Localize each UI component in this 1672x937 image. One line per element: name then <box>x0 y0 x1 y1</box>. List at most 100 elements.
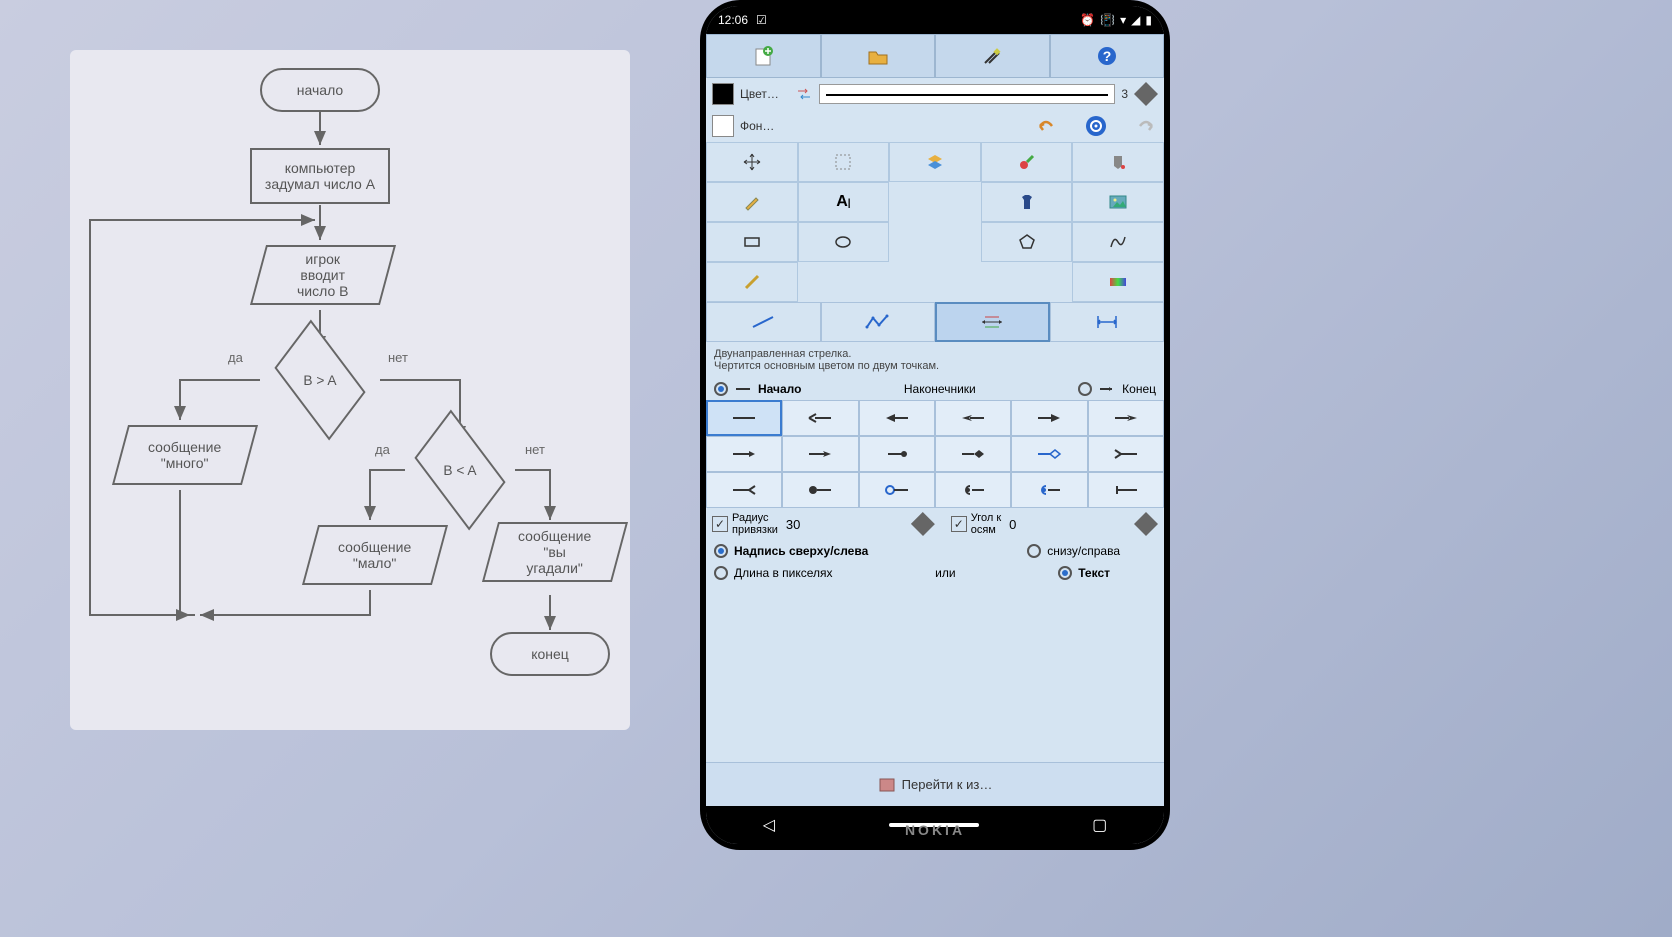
dim-text-radio[interactable] <box>1058 566 1072 580</box>
snap-radius-value[interactable]: 30 <box>782 517 907 532</box>
image-tool[interactable] <box>1072 182 1164 222</box>
label-yes-1: да <box>228 350 243 365</box>
ellipse-tool[interactable] <box>798 222 890 262</box>
caption-bottomright-label[interactable]: снизу/справа <box>1047 544 1120 558</box>
tshirt-tool[interactable] <box>981 182 1073 222</box>
cap-arrow-slim[interactable] <box>935 400 1011 436</box>
go-to-image-button[interactable]: Перейти к из… <box>706 762 1164 806</box>
dim-text-label[interactable]: Текст <box>1078 566 1110 580</box>
svg-text:?: ? <box>1102 48 1111 64</box>
cap-arrow-open[interactable] <box>782 400 858 436</box>
stroke-width-spinner[interactable] <box>1134 82 1158 106</box>
redo-button[interactable] <box>1134 116 1158 136</box>
phone-screen: 12:06 ☑ ⏰ 📳 ▾ ◢ ▮ ? <box>706 6 1164 844</box>
node-end: конец <box>490 632 610 676</box>
rectangle-tool[interactable] <box>706 222 798 262</box>
snap-radius-label: Радиус привязки <box>732 512 778 536</box>
cap-dot-solid[interactable] <box>782 472 858 508</box>
color-label[interactable]: Цвет… <box>740 87 779 101</box>
bg-label[interactable]: Фон… <box>740 119 774 133</box>
android-statusbar: 12:06 ☑ ⏰ 📳 ▾ ◢ ▮ <box>706 6 1164 34</box>
cap-fork[interactable] <box>706 472 782 508</box>
polyline-tool[interactable] <box>821 302 936 342</box>
wifi-icon: ▾ <box>1120 13 1126 27</box>
axis-angle-label: Угол к осям <box>971 512 1001 536</box>
cap-arrow-long2[interactable] <box>782 436 858 472</box>
cap-arrow-rev-slim[interactable] <box>1088 400 1164 436</box>
cap-arrow-rev-solid[interactable] <box>1011 400 1087 436</box>
arrowcap-selector: Начало Наконечники Конец <box>706 378 1164 400</box>
snap-radius-spinner[interactable] <box>911 512 935 536</box>
top-toolbar: ? <box>706 34 1164 78</box>
cap-diamond-open[interactable] <box>1011 436 1087 472</box>
caption-topleft-radio[interactable] <box>714 544 728 558</box>
cap-dot-right[interactable] <box>859 436 935 472</box>
line-draw-tool[interactable] <box>706 262 798 302</box>
tool-desc-title: Двунаправленная стрелка. <box>714 348 1156 360</box>
cap-halfcircle-solid[interactable] <box>935 472 1011 508</box>
cap-halfcircle-open[interactable] <box>1011 472 1087 508</box>
axis-angle-spinner[interactable] <box>1134 512 1158 536</box>
select-tool[interactable] <box>798 142 890 182</box>
axis-angle-check[interactable]: ✓ <box>951 516 967 532</box>
line-tool[interactable] <box>706 302 821 342</box>
brush-tool[interactable] <box>981 142 1073 182</box>
cap-arrow-long[interactable] <box>706 436 782 472</box>
node-input: игрок вводит число B <box>250 245 396 305</box>
color-swatch[interactable] <box>712 83 734 105</box>
dim-pixels-radio[interactable] <box>714 566 728 580</box>
swap-colors-icon[interactable] <box>795 85 813 103</box>
cap-arrow-solid[interactable] <box>859 400 935 436</box>
node-start: начало <box>260 68 380 112</box>
caption-bottomright-radio[interactable] <box>1027 544 1041 558</box>
vibrate-icon: 📳 <box>1100 13 1115 27</box>
new-file-button[interactable] <box>706 34 821 78</box>
cap-end-label[interactable]: Конец <box>1122 382 1156 396</box>
caption-topleft-label[interactable]: Надпись сверху/слева <box>734 544 868 558</box>
snap-params-row: ✓ Радиус привязки 30 ✓ Угол к осям 0 <box>706 508 1164 540</box>
snap-radius-check[interactable]: ✓ <box>712 516 728 532</box>
dimension-arrow-tool[interactable] <box>935 302 1050 342</box>
tool-grid-1: A| <box>706 142 1164 302</box>
help-button[interactable]: ? <box>1050 34 1165 78</box>
cap-dot-open[interactable] <box>859 472 935 508</box>
signal-icon: ◢ <box>1131 13 1140 27</box>
bucket-tool[interactable] <box>1072 142 1164 182</box>
open-file-button[interactable] <box>821 34 936 78</box>
cap-bar[interactable] <box>1088 472 1164 508</box>
line-subtools <box>706 302 1164 342</box>
stroke-width-value: 3 <box>1121 87 1128 101</box>
cap-start-radio[interactable] <box>714 382 728 396</box>
polygon-tool[interactable] <box>981 222 1073 262</box>
bg-row: Фон… <box>706 110 1164 142</box>
pencil-tool[interactable] <box>706 182 798 222</box>
stroke-style-dropdown[interactable] <box>819 84 1115 104</box>
cap-start-label[interactable]: Начало <box>758 382 801 396</box>
target-button[interactable] <box>1084 114 1108 138</box>
dim-or-label: или <box>839 566 1053 580</box>
arrowcap-grid <box>706 400 1164 508</box>
battery-icon: ▮ <box>1145 13 1152 27</box>
dimension-mode-row: Длина в пикселях или Текст <box>706 562 1164 584</box>
gradient-tool[interactable] <box>1072 262 1164 302</box>
label-no-2: нет <box>525 442 545 457</box>
dim-pixels-label[interactable]: Длина в пикселях <box>734 566 833 580</box>
curve-tool[interactable] <box>1072 222 1164 262</box>
cap-end-radio[interactable] <box>1078 382 1092 396</box>
axis-angle-value[interactable]: 0 <box>1005 517 1130 532</box>
cap-diamond-solid[interactable] <box>935 436 1011 472</box>
cap-none[interactable] <box>706 400 782 436</box>
cap-start-icon <box>734 384 752 394</box>
bg-swatch[interactable] <box>712 115 734 137</box>
label-yes-2: да <box>375 442 390 457</box>
layers-tool[interactable] <box>889 142 981 182</box>
text-tool[interactable]: A| <box>798 182 890 222</box>
status-check-icon: ☑ <box>756 13 767 27</box>
horizontal-arrow-tool[interactable] <box>1050 302 1165 342</box>
alarm-icon: ⏰ <box>1080 13 1095 27</box>
move-tool[interactable] <box>706 142 798 182</box>
cap-end-icon <box>1098 384 1116 394</box>
undo-button[interactable] <box>1034 116 1058 136</box>
cap-arrow-back[interactable] <box>1088 436 1164 472</box>
tools-button[interactable] <box>935 34 1050 78</box>
